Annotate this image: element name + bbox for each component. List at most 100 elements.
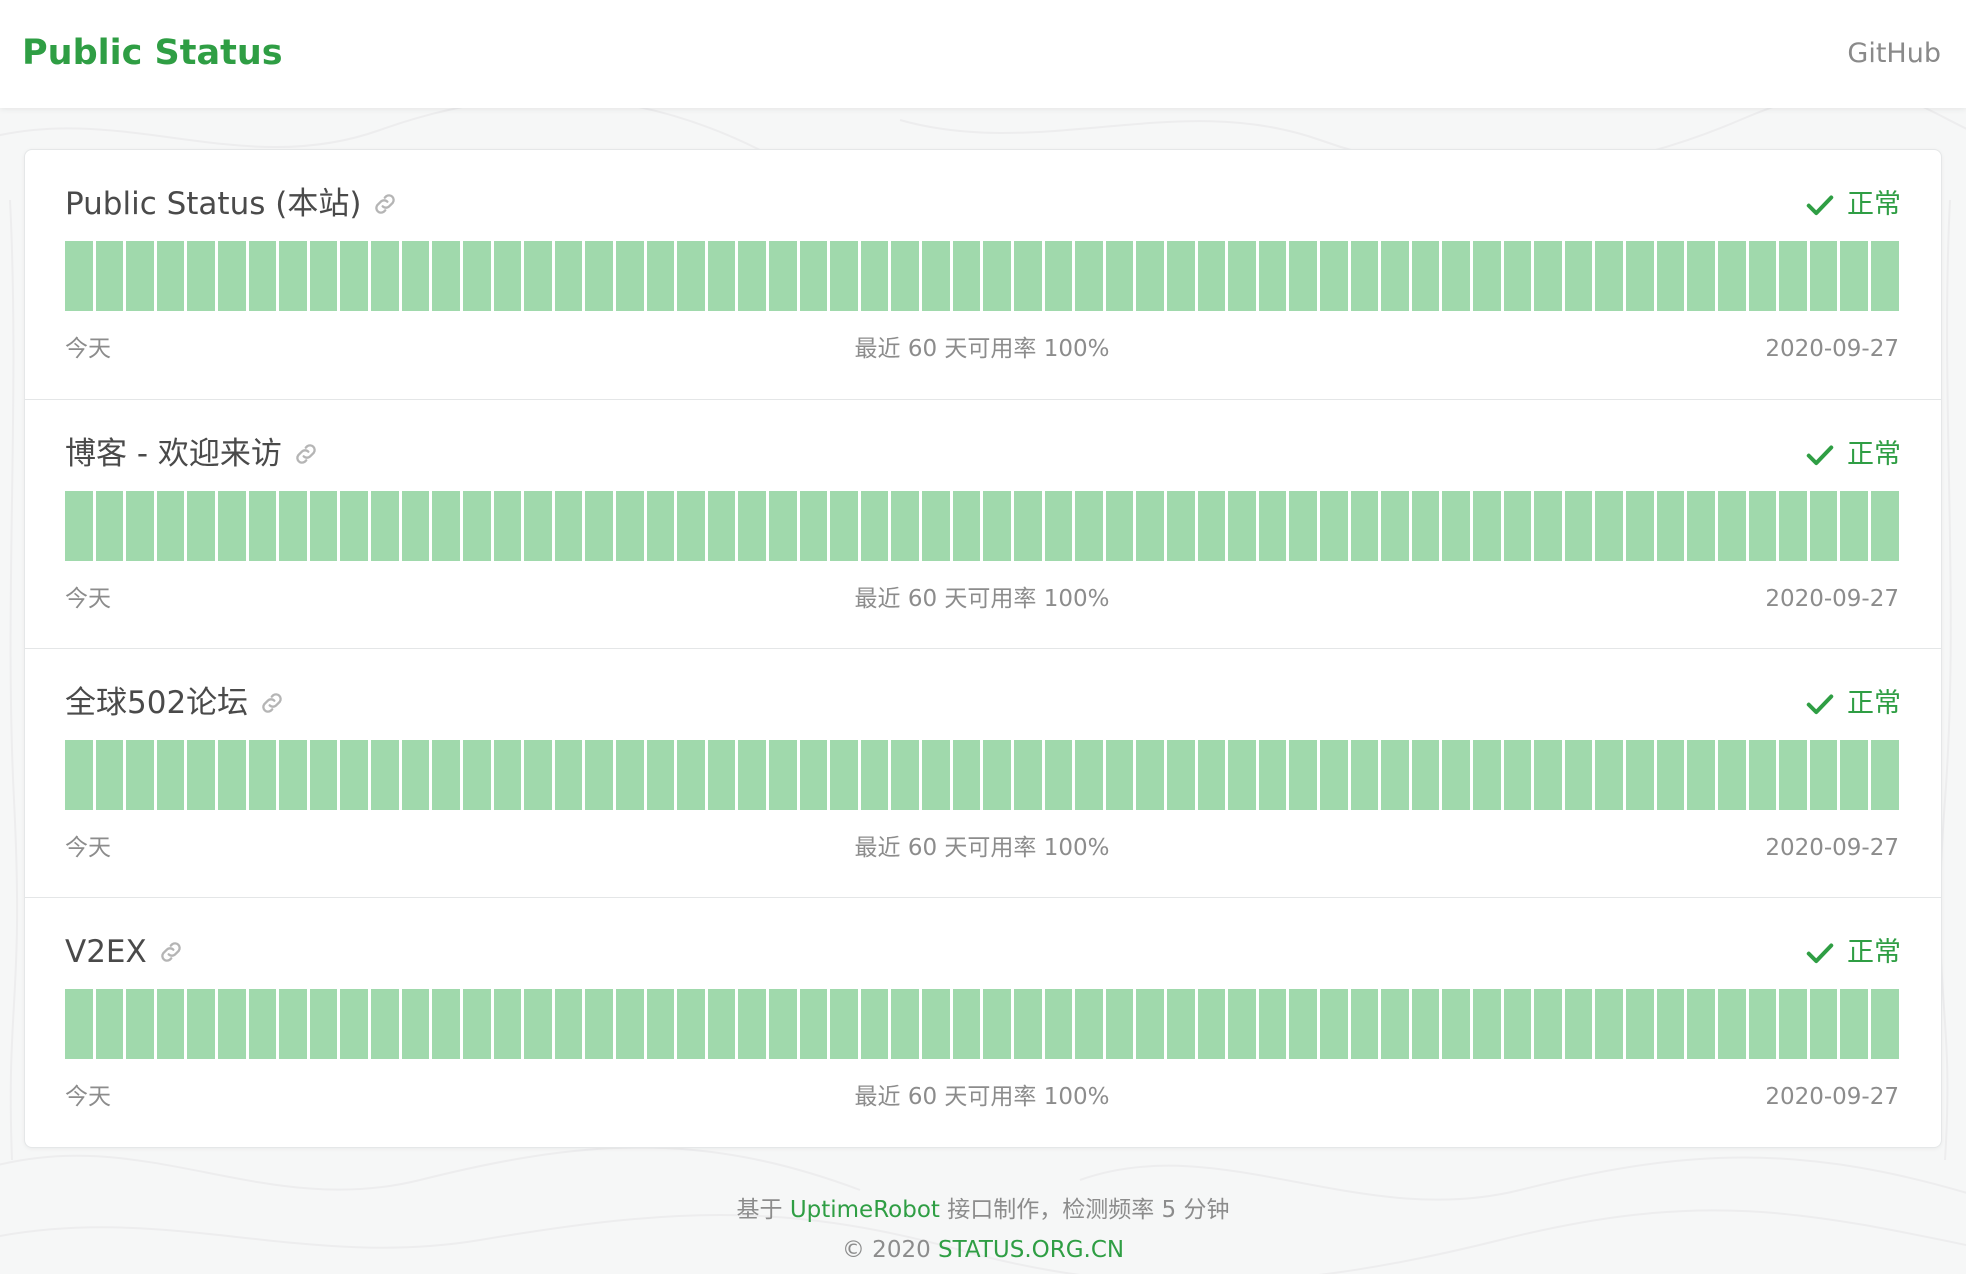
uptime-day-bar[interactable] xyxy=(1779,241,1807,311)
uptime-day-bar[interactable] xyxy=(738,989,767,1059)
uptime-day-bar[interactable] xyxy=(1289,491,1317,561)
uptime-day-bar[interactable] xyxy=(1626,989,1654,1059)
uptime-day-bar[interactable] xyxy=(1656,241,1685,311)
link-icon[interactable] xyxy=(292,440,320,468)
uptime-day-bar[interactable] xyxy=(799,989,828,1059)
uptime-day-bar[interactable] xyxy=(891,989,920,1059)
uptime-day-bar[interactable] xyxy=(769,241,797,311)
uptime-day-bar[interactable] xyxy=(860,989,889,1059)
uptime-day-bar[interactable] xyxy=(615,740,644,810)
uptime-day-bar[interactable] xyxy=(1197,989,1226,1059)
uptime-day-bar[interactable] xyxy=(1595,491,1624,561)
uptime-day-bar[interactable] xyxy=(126,740,154,810)
uptime-day-bar[interactable] xyxy=(554,241,583,311)
uptime-day-bar[interactable] xyxy=(677,989,705,1059)
uptime-day-bar[interactable] xyxy=(462,989,491,1059)
uptime-day-bar[interactable] xyxy=(1503,740,1532,810)
uptime-day-bar[interactable] xyxy=(1136,491,1164,561)
uptime-day-bar[interactable] xyxy=(1319,740,1348,810)
uptime-day-bar[interactable] xyxy=(156,740,185,810)
uptime-day-bar[interactable] xyxy=(493,241,522,311)
uptime-day-bar[interactable] xyxy=(1319,491,1348,561)
uptime-day-bar[interactable] xyxy=(585,491,613,561)
uptime-day-bar[interactable] xyxy=(1626,491,1654,561)
uptime-day-bar[interactable] xyxy=(1136,241,1164,311)
uptime-day-bar[interactable] xyxy=(646,989,675,1059)
uptime-day-bar[interactable] xyxy=(1105,740,1134,810)
uptime-day-bar[interactable] xyxy=(371,241,399,311)
uptime-day-bar[interactable] xyxy=(340,740,369,810)
uptime-day-bar[interactable] xyxy=(1687,989,1715,1059)
uptime-day-bar[interactable] xyxy=(1258,241,1287,311)
uptime-day-bar[interactable] xyxy=(371,740,399,810)
uptime-day-bar[interactable] xyxy=(1809,241,1838,311)
uptime-day-bar[interactable] xyxy=(524,740,552,810)
uptime-day-bar[interactable] xyxy=(1717,740,1746,810)
uptime-day-bar[interactable] xyxy=(615,989,644,1059)
uptime-day-bar[interactable] xyxy=(1626,241,1654,311)
github-link[interactable]: GitHub xyxy=(1847,36,1941,72)
uptime-day-bar[interactable] xyxy=(1228,241,1256,311)
link-icon[interactable] xyxy=(258,689,286,717)
uptime-day-bar[interactable] xyxy=(309,989,338,1059)
uptime-day-bar[interactable] xyxy=(1166,491,1195,561)
uptime-day-bar[interactable] xyxy=(1442,491,1471,561)
uptime-day-bar[interactable] xyxy=(860,241,889,311)
uptime-day-bar[interactable] xyxy=(1748,740,1777,810)
uptime-day-bar[interactable] xyxy=(187,491,216,561)
uptime-day-bar[interactable] xyxy=(1564,241,1593,311)
uptime-day-bar[interactable] xyxy=(340,241,369,311)
uptime-day-bar[interactable] xyxy=(1564,989,1593,1059)
uptime-day-bar[interactable] xyxy=(952,241,981,311)
uptime-day-bar[interactable] xyxy=(1381,491,1409,561)
uptime-day-bar[interactable] xyxy=(891,740,920,810)
uptime-day-bar[interactable] xyxy=(738,241,767,311)
uptime-day-bar[interactable] xyxy=(1809,740,1838,810)
uptime-day-bar[interactable] xyxy=(554,989,583,1059)
uptime-day-bar[interactable] xyxy=(218,491,246,561)
uptime-day-bar[interactable] xyxy=(707,989,736,1059)
uptime-day-bar[interactable] xyxy=(646,740,675,810)
uptime-day-bar[interactable] xyxy=(95,989,124,1059)
uptime-day-bar[interactable] xyxy=(1809,989,1838,1059)
uptime-day-bar[interactable] xyxy=(922,241,950,311)
uptime-day-bar[interactable] xyxy=(677,491,705,561)
uptime-day-bar[interactable] xyxy=(677,740,705,810)
uptime-day-bar[interactable] xyxy=(1166,740,1195,810)
uptime-day-bar[interactable] xyxy=(65,241,93,311)
uptime-day-bar[interactable] xyxy=(1503,491,1532,561)
uptime-day-bar[interactable] xyxy=(401,989,430,1059)
uptime-day-bar[interactable] xyxy=(860,491,889,561)
uptime-day-bar[interactable] xyxy=(1411,241,1440,311)
uptime-day-bar[interactable] xyxy=(1779,491,1807,561)
uptime-day-bar[interactable] xyxy=(830,989,858,1059)
uptime-day-bar[interactable] xyxy=(585,989,613,1059)
uptime-day-bar[interactable] xyxy=(1595,989,1624,1059)
uptime-day-bar[interactable] xyxy=(1748,491,1777,561)
uptime-day-bar[interactable] xyxy=(738,740,767,810)
uptime-day-bar[interactable] xyxy=(1013,740,1042,810)
uptime-day-bar[interactable] xyxy=(279,241,307,311)
uptime-day-bar[interactable] xyxy=(1503,989,1532,1059)
uptime-day-bar[interactable] xyxy=(554,740,583,810)
uptime-day-bar[interactable] xyxy=(1779,740,1807,810)
uptime-day-bar[interactable] xyxy=(1075,491,1103,561)
uptime-day-bar[interactable] xyxy=(1258,491,1287,561)
uptime-day-bar[interactable] xyxy=(1075,241,1103,311)
uptime-day-bar[interactable] xyxy=(462,491,491,561)
uptime-day-bar[interactable] xyxy=(707,241,736,311)
uptime-day-bar[interactable] xyxy=(1503,241,1532,311)
uptime-day-bar[interactable] xyxy=(1228,989,1256,1059)
uptime-day-bar[interactable] xyxy=(922,740,950,810)
uptime-day-bar[interactable] xyxy=(1381,740,1409,810)
uptime-day-bar[interactable] xyxy=(1717,241,1746,311)
uptime-day-bar[interactable] xyxy=(1656,989,1685,1059)
uptime-day-bar[interactable] xyxy=(1840,491,1868,561)
uptime-day-bar[interactable] xyxy=(1013,989,1042,1059)
uptime-day-bar[interactable] xyxy=(1564,491,1593,561)
uptime-day-bar[interactable] xyxy=(891,491,920,561)
uptime-day-bar[interactable] xyxy=(156,989,185,1059)
uptime-day-bar[interactable] xyxy=(95,491,124,561)
uptime-day-bar[interactable] xyxy=(585,740,613,810)
uptime-day-bar[interactable] xyxy=(1595,241,1624,311)
